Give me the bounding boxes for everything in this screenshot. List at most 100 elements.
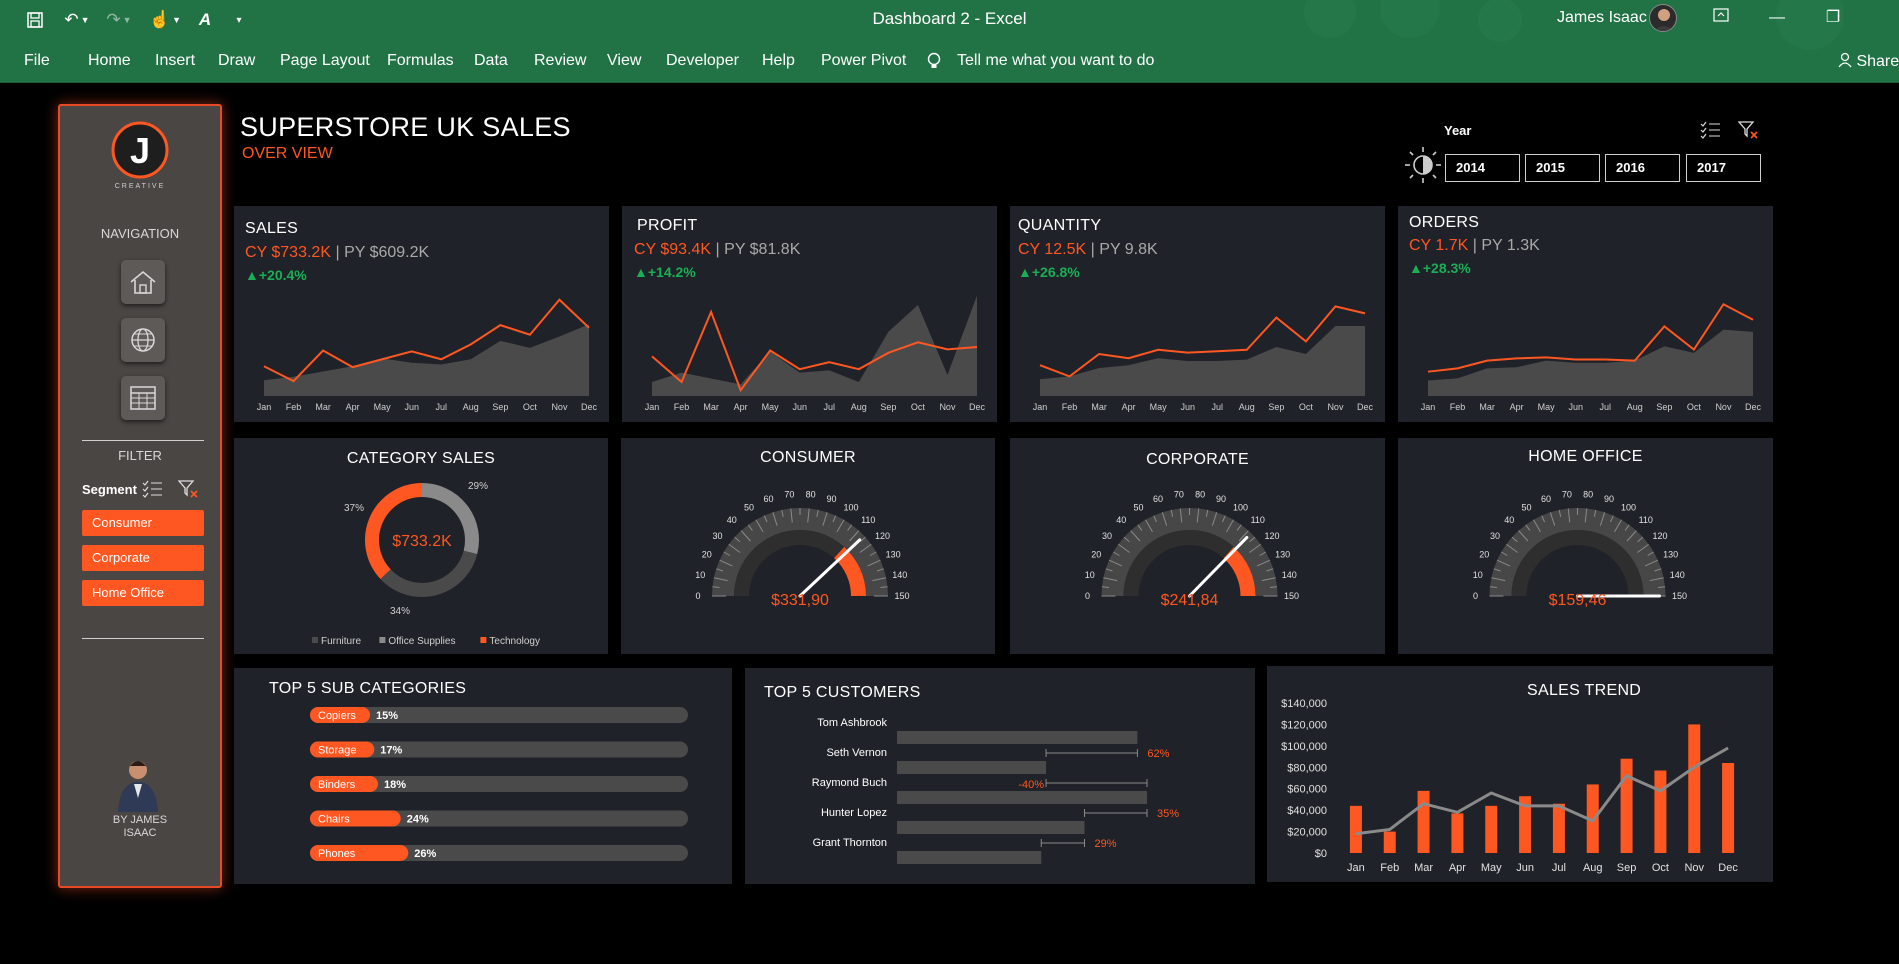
minimize-icon[interactable]: — — [1762, 6, 1792, 30]
x-tick-label: Apr — [1510, 402, 1524, 412]
customer-bar — [897, 791, 1147, 804]
y-tick-label: $140,000 — [1281, 698, 1327, 710]
segment-label: Segment — [82, 482, 137, 497]
y-tick-label: $60,000 — [1287, 784, 1327, 796]
gauge-tick-label: 60 — [1153, 494, 1163, 504]
year-2016-button[interactable]: 2016 — [1605, 154, 1680, 182]
year-2015-button[interactable]: 2015 — [1525, 154, 1600, 182]
gauge-tick-label: 150 — [894, 591, 909, 601]
menu-insert[interactable]: Insert — [155, 52, 195, 70]
menu-help[interactable]: Help — [762, 52, 795, 70]
x-tick-label: May — [762, 402, 780, 412]
gauge-tick-label: 50 — [1133, 503, 1143, 513]
menu-developer[interactable]: Developer — [666, 52, 739, 70]
x-tick-label: Sep — [1268, 402, 1284, 412]
menu-review[interactable]: Review — [534, 52, 586, 70]
customer-label: Tom Ashbrook — [817, 717, 887, 729]
x-tick-label: Nov — [551, 402, 568, 412]
creative-logo: J CREATIVE — [111, 121, 169, 190]
sales-bar — [1654, 770, 1667, 853]
gauge-tick-label: 110 — [1639, 515, 1653, 525]
sidebar: J CREATIVE NAVIGATION FILTER Segment Con… — [58, 104, 222, 888]
nav-home-button[interactable] — [121, 260, 165, 304]
spelling-icon[interactable]: A — [192, 8, 218, 32]
slice-label: 34% — [390, 606, 410, 617]
x-tick-label: Dec — [1718, 862, 1738, 874]
change-label: 29% — [1095, 838, 1117, 850]
gauge-tick-label: 80 — [1195, 490, 1205, 500]
menu-power-pivot[interactable]: Power Pivot — [821, 52, 906, 70]
x-tick-label: Nov — [1715, 402, 1732, 412]
gauge-tick-label: 130 — [886, 550, 901, 560]
dashboard-subtitle: OVER VIEW — [242, 145, 333, 162]
previous-year-area — [652, 295, 977, 396]
year-clear-filter-icon[interactable] — [1738, 120, 1760, 140]
menu-file[interactable]: File — [24, 52, 50, 70]
x-tick-label: Jun — [1516, 862, 1534, 874]
save-icon[interactable] — [24, 8, 46, 32]
quantity-trend-chart: Jan Feb Mar Apr May Jun Jul Aug Sep Oct Nov Dec — [1033, 305, 1374, 412]
menu-draw[interactable]: Draw — [218, 52, 255, 70]
clear-filter-icon[interactable] — [178, 479, 200, 499]
change-label: -40% — [1018, 779, 1044, 791]
gauge-tick-label: 120 — [875, 531, 890, 541]
year-2014-button[interactable]: 2014 — [1445, 154, 1520, 182]
x-tick-label: Apr — [734, 402, 748, 412]
x-tick-label: Jun — [404, 402, 419, 412]
x-tick-label: Jul — [824, 402, 836, 412]
nav-data-button[interactable] — [121, 376, 165, 420]
kpi-card-orders: ORDERS CY 1.7K | PY 1.3K ▲+28.3% Jan Feb M… — [1398, 206, 1773, 422]
segment-home-office-button[interactable]: Home Office — [82, 580, 204, 606]
gauge-value-label: $241,84 — [1161, 592, 1219, 609]
gauge-tick-label: 150 — [1284, 591, 1299, 601]
x-tick-label: Aug — [1583, 862, 1603, 874]
gauge-tick-label: 20 — [1091, 550, 1101, 560]
share-button[interactable]: Share — [1838, 52, 1899, 71]
bar-category-label: Phones — [318, 848, 356, 860]
gauge-tick-label: 80 — [1583, 490, 1593, 500]
segment-corporate-button[interactable]: Corporate — [82, 545, 204, 571]
theme-toggle-icon[interactable] — [1404, 146, 1442, 184]
x-tick-label: Apr — [1122, 402, 1136, 412]
segment-consumer-button[interactable]: Consumer — [82, 510, 204, 536]
x-tick-label: Jul — [1552, 862, 1566, 874]
customer-label: Grant Thornton — [813, 837, 887, 849]
year-multi-select-icon[interactable] — [1700, 120, 1722, 140]
tell-me-search[interactable]: Tell me what you want to do — [957, 52, 1154, 70]
lightbulb-icon[interactable] — [926, 52, 942, 75]
profit-trend-chart: Jan Feb Mar Apr May Jun Jul Aug Sep Oct Nov Dec — [645, 295, 985, 412]
undo-icon[interactable]: ↶ ▼ — [62, 8, 92, 32]
user-name[interactable]: James Isaac — [1557, 9, 1647, 27]
ribbon-display-options-icon[interactable] — [1706, 6, 1736, 30]
kpi-card-profit: PROFIT CY $93.4K | PY $81.8K ▲+14.2% Jan… — [622, 206, 997, 422]
bar-value-label: 17% — [380, 745, 402, 757]
sales-bar — [1349, 805, 1362, 853]
x-tick-label: Jan — [1421, 402, 1436, 412]
gauge-tick-label: 70 — [1174, 490, 1184, 500]
gauge-tick-label: 90 — [827, 494, 837, 504]
menu-view[interactable]: View — [607, 52, 641, 70]
nav-map-button[interactable] — [121, 318, 165, 362]
consumer-gauge-card: CONSUMER 0 10 20 30 40 50 60 70 80 90 100 110 120 130… — [621, 438, 995, 654]
customize-qat-icon[interactable]: ▾ — [232, 8, 246, 32]
menu-data[interactable]: Data — [474, 52, 508, 70]
gauge-tick-label: 70 — [1562, 490, 1572, 500]
year-2017-button[interactable]: 2017 — [1686, 154, 1761, 182]
menu-page-layout[interactable]: Page Layout — [280, 52, 370, 70]
redo-icon[interactable]: ↷ ▼ — [104, 8, 134, 32]
x-tick-label: Jan — [257, 402, 272, 412]
donut-slice-furniture — [380, 550, 478, 597]
x-tick-label: Mar — [703, 402, 719, 412]
restore-icon[interactable]: ❐ — [1818, 6, 1848, 30]
gauge-tick-label: 140 — [1282, 570, 1297, 580]
menu-home[interactable]: Home — [88, 52, 131, 70]
multi-select-icon[interactable] — [142, 479, 164, 499]
touch-mode-icon[interactable]: ☝ ▼ — [149, 8, 181, 32]
menu-formulas[interactable]: Formulas — [387, 52, 454, 70]
x-tick-label: Dec — [1357, 402, 1374, 412]
x-tick-label: Jul — [436, 402, 448, 412]
user-avatar[interactable] — [1649, 4, 1677, 32]
sales-bar — [1451, 813, 1464, 853]
x-tick-label: Aug — [851, 402, 867, 412]
sales-bar — [1485, 805, 1498, 853]
